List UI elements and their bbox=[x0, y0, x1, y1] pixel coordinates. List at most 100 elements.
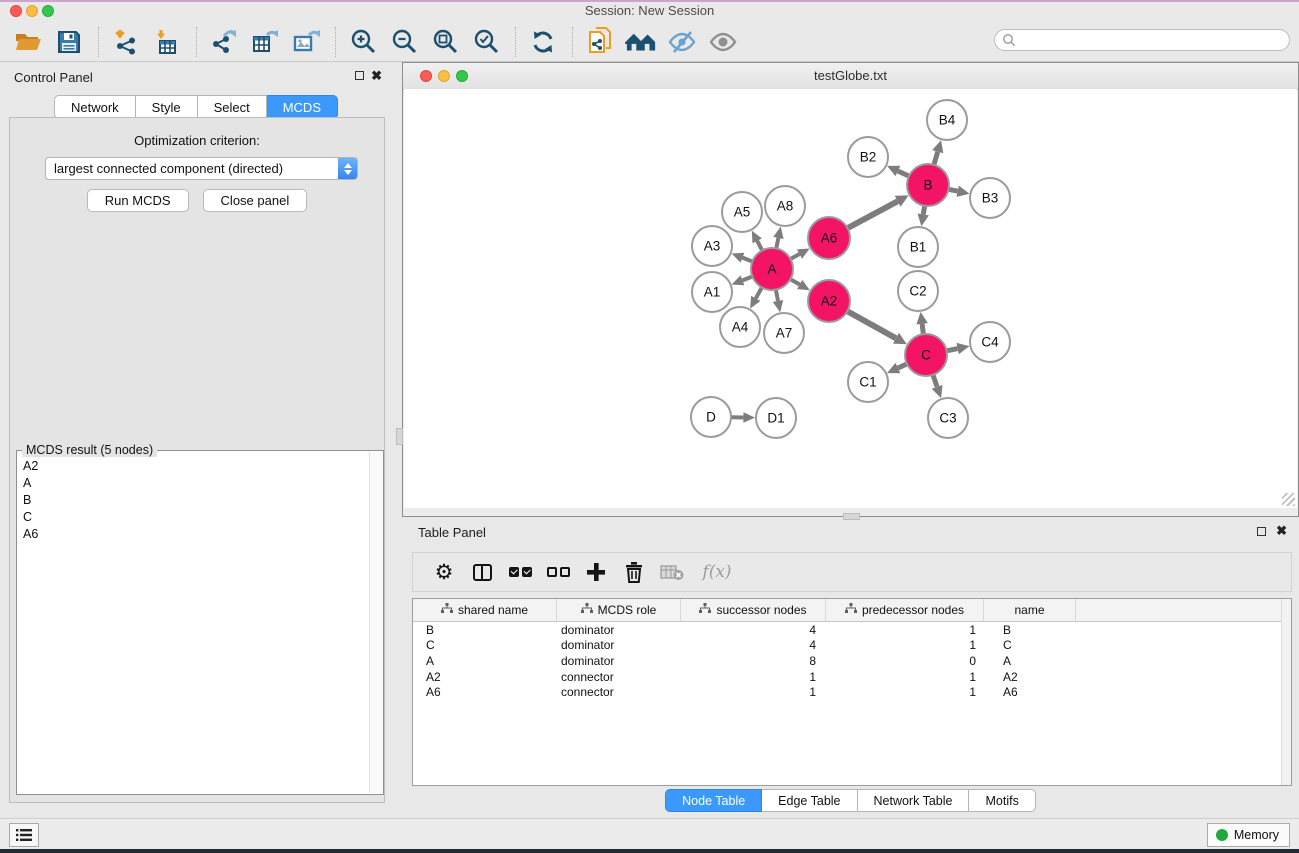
graph-edge-A-A6[interactable] bbox=[790, 254, 799, 259]
memory-button[interactable]: Memory bbox=[1207, 823, 1290, 847]
table-scrollbar[interactable] bbox=[1281, 599, 1291, 785]
import-table-icon[interactable] bbox=[151, 26, 183, 58]
mcds-result-item[interactable]: A bbox=[18, 474, 370, 491]
export-image-icon[interactable] bbox=[290, 26, 322, 58]
graph-edge-A-A4[interactable] bbox=[756, 287, 762, 298]
graph-edge-A-A3[interactable] bbox=[742, 258, 752, 262]
hide-details-icon[interactable] bbox=[666, 26, 698, 58]
graph-edge-C-C3[interactable] bbox=[933, 375, 937, 387]
table-cell[interactable]: A6 bbox=[413, 685, 557, 699]
tab-style[interactable]: Style bbox=[136, 95, 198, 119]
graph-edge-C-C1[interactable] bbox=[898, 364, 907, 368]
mcds-result-item[interactable]: A6 bbox=[18, 525, 370, 542]
delete-column-trash-icon[interactable] bbox=[619, 557, 649, 587]
graph-edge-A2-C[interactable] bbox=[847, 311, 896, 338]
graph-edge-A-A1[interactable] bbox=[742, 277, 752, 281]
graph-edge-A-A8[interactable] bbox=[776, 238, 778, 249]
resize-grip[interactable] bbox=[1282, 493, 1295, 506]
delete-table-icon[interactable] bbox=[657, 557, 687, 587]
export-network-icon[interactable] bbox=[208, 26, 240, 58]
graph-edge-C-C2[interactable] bbox=[922, 324, 923, 334]
mcds-result-item[interactable]: B bbox=[18, 491, 370, 508]
zoom-selected-icon[interactable] bbox=[470, 26, 502, 58]
table-cell[interactable]: dominator bbox=[557, 654, 681, 668]
table-cell[interactable]: B bbox=[413, 623, 557, 637]
network-canvas[interactable]: B4B2BB3A8A5A6A3B1AA1C2A2A4A7C4CC1C3DD1 bbox=[404, 89, 1297, 508]
result-scrollbar[interactable] bbox=[369, 452, 382, 793]
refresh-icon[interactable] bbox=[527, 26, 559, 58]
table-cell[interactable]: A2 bbox=[984, 670, 1076, 684]
show-details-icon[interactable] bbox=[707, 26, 739, 58]
home-icon[interactable] bbox=[625, 26, 657, 58]
table-cell[interactable]: 1 bbox=[681, 670, 826, 684]
table-cell[interactable]: connector bbox=[557, 670, 681, 684]
table-row[interactable]: Cdominator41C bbox=[413, 638, 1291, 654]
close-table-panel-icon[interactable]: ✖ bbox=[1276, 523, 1287, 539]
table-cell[interactable]: dominator bbox=[557, 623, 681, 637]
mcds-result-item[interactable]: A2 bbox=[18, 457, 370, 474]
graph-edge-B-B3[interactable] bbox=[949, 189, 958, 191]
table-row[interactable]: A2connector11A2 bbox=[413, 669, 1291, 685]
save-session-icon[interactable] bbox=[53, 26, 85, 58]
table-cell[interactable]: C bbox=[413, 638, 557, 652]
graph-edge-C-C4[interactable] bbox=[947, 349, 958, 351]
tab-edge-table[interactable]: Edge Table bbox=[762, 789, 857, 812]
table-cell[interactable]: 4 bbox=[681, 623, 826, 637]
table-cell[interactable]: A bbox=[984, 654, 1076, 668]
column-header-successor-nodes[interactable]: successor nodes bbox=[681, 599, 826, 621]
zoom-fit-icon[interactable] bbox=[429, 26, 461, 58]
table-cell[interactable]: 0 bbox=[826, 654, 984, 668]
table-cell[interactable]: B bbox=[984, 623, 1076, 637]
tab-motifs[interactable]: Motifs bbox=[969, 789, 1035, 812]
optimization-criterion-select[interactable]: largest connected component (directed) bbox=[45, 157, 358, 180]
table-cell[interactable]: 1 bbox=[826, 670, 984, 684]
table-settings-gear-icon[interactable]: ⚙ bbox=[429, 557, 459, 587]
tab-node-table[interactable]: Node Table bbox=[665, 789, 762, 812]
table-row[interactable]: Bdominator41B bbox=[413, 622, 1291, 638]
column-header-shared-name[interactable]: shared name bbox=[413, 599, 557, 621]
tab-mcds[interactable]: MCDS bbox=[267, 95, 338, 119]
graph-edge-B-B4[interactable] bbox=[934, 152, 938, 165]
table-cell[interactable]: A6 bbox=[984, 685, 1076, 699]
column-header-MCDS-role[interactable]: MCDS role bbox=[557, 599, 681, 621]
float-panel-icon[interactable] bbox=[355, 71, 364, 80]
splitter-handle-vertical[interactable] bbox=[396, 428, 403, 445]
graph-edge-A-A7[interactable] bbox=[776, 290, 778, 301]
graph-edge-A-A5[interactable] bbox=[757, 241, 762, 251]
table-row[interactable]: Adominator80A bbox=[413, 653, 1291, 669]
search-field[interactable] bbox=[994, 29, 1290, 51]
export-table-icon[interactable] bbox=[249, 26, 281, 58]
search-input[interactable] bbox=[1017, 32, 1271, 48]
apply-function-icon[interactable]: f(x) bbox=[695, 557, 739, 587]
table-cell[interactable]: C bbox=[984, 638, 1076, 652]
table-cell[interactable]: 4 bbox=[681, 638, 826, 652]
import-network-icon[interactable] bbox=[110, 26, 142, 58]
show-columns-icon[interactable] bbox=[467, 557, 497, 587]
graph-edge-B-B1[interactable] bbox=[923, 206, 924, 215]
table-cell[interactable]: dominator bbox=[557, 638, 681, 652]
graph-edge-A6-B[interactable] bbox=[848, 201, 898, 228]
select-all-icon[interactable] bbox=[505, 557, 535, 587]
run-mcds-button[interactable]: Run MCDS bbox=[87, 189, 189, 212]
open-file-icon[interactable] bbox=[12, 26, 44, 58]
table-cell[interactable]: A2 bbox=[413, 670, 557, 684]
table-row[interactable]: A6connector11A6 bbox=[413, 684, 1291, 700]
deselect-all-icon[interactable] bbox=[543, 557, 573, 587]
close-panel-icon[interactable]: ✖ bbox=[371, 68, 382, 84]
close-panel-button[interactable]: Close panel bbox=[203, 189, 308, 212]
column-header-name[interactable]: name bbox=[984, 599, 1076, 621]
open-session-icon[interactable] bbox=[584, 26, 616, 58]
task-history-button[interactable] bbox=[9, 823, 39, 847]
add-column-icon[interactable] bbox=[581, 557, 611, 587]
table-cell[interactable]: 1 bbox=[826, 638, 984, 652]
table-cell[interactable]: A bbox=[413, 654, 557, 668]
network-window-titlebar[interactable]: testGlobe.txt bbox=[403, 63, 1298, 90]
mcds-result-item[interactable]: C bbox=[18, 508, 370, 525]
graph-edge-B-B2[interactable] bbox=[898, 171, 909, 176]
float-table-panel-icon[interactable] bbox=[1257, 527, 1266, 536]
table-cell[interactable]: 1 bbox=[681, 685, 826, 699]
zoom-in-icon[interactable] bbox=[347, 26, 379, 58]
table-cell[interactable]: 1 bbox=[826, 623, 984, 637]
column-header-predecessor-nodes[interactable]: predecessor nodes bbox=[826, 599, 984, 621]
table-cell[interactable]: 8 bbox=[681, 654, 826, 668]
